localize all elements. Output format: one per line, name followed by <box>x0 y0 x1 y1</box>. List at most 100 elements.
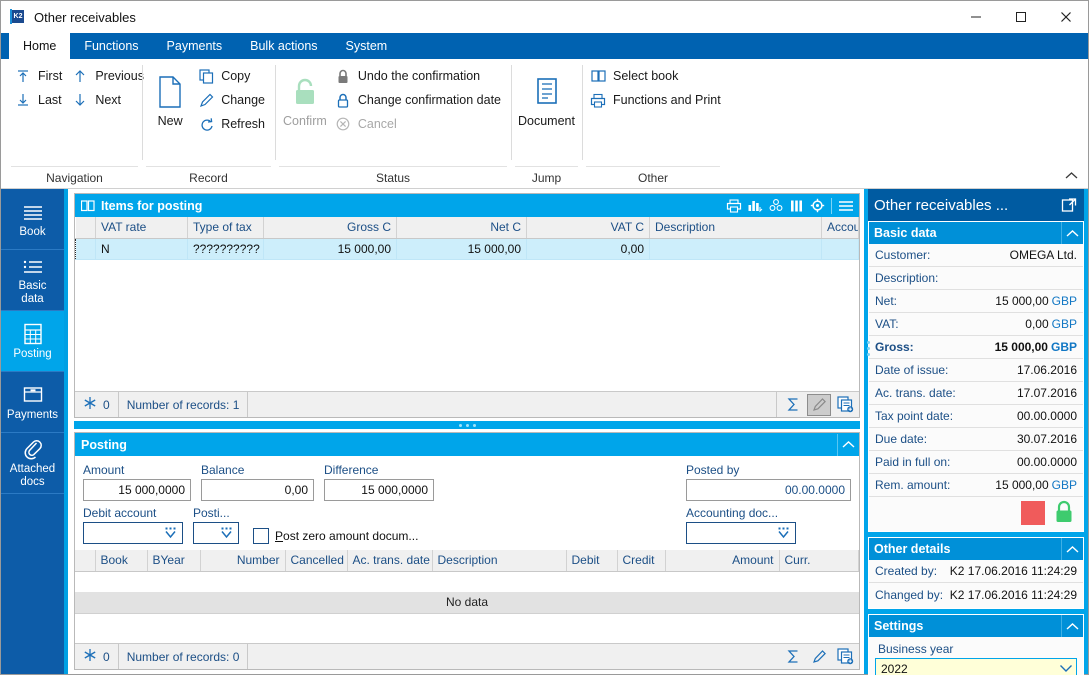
printer-icon[interactable] <box>723 196 744 216</box>
column-header-account[interactable]: Account <box>821 217 859 239</box>
difference-input[interactable] <box>324 479 434 501</box>
sigma-icon[interactable] <box>781 646 805 668</box>
sigma-icon[interactable] <box>781 394 805 416</box>
refresh-button[interactable]: Refresh <box>194 112 271 136</box>
pencil-icon[interactable] <box>807 393 831 416</box>
ribbon-group-label-status: Status <box>279 166 507 188</box>
new-record-icon[interactable] <box>833 646 857 668</box>
posting-grid-empty-message: No data <box>75 591 859 614</box>
columns-icon[interactable] <box>786 196 807 216</box>
field-label: Tax point date: <box>875 409 954 423</box>
column-header-ac-trans-date[interactable]: Ac. trans. date <box>347 550 433 572</box>
sidebar-item-attached-docs[interactable]: Attached docs <box>1 433 64 494</box>
horizontal-splitter[interactable] <box>74 418 860 432</box>
tab-home[interactable]: Home <box>9 33 71 59</box>
items-grid[interactable]: VAT rate Type of tax Gross C Net C VAT C… <box>75 217 859 391</box>
first-button[interactable]: First <box>11 64 68 88</box>
debit-account-lookup[interactable] <box>83 522 183 544</box>
chevron-down-icon[interactable] <box>1059 662 1073 675</box>
list-item: Tax point date: 00.00.0000 <box>869 405 1083 428</box>
close-icon[interactable] <box>1043 2 1088 33</box>
tab-bulk-actions[interactable]: Bulk actions <box>236 33 331 59</box>
sidebar-item-basic-data[interactable]: Basic data <box>1 250 64 311</box>
row-selector[interactable] <box>75 238 96 260</box>
cell-type-of-tax[interactable]: ?????????? <box>187 238 264 260</box>
chevron-up-icon[interactable] <box>1061 538 1083 560</box>
maximize-icon[interactable] <box>998 2 1043 33</box>
tab-functions[interactable]: Functions <box>70 33 152 59</box>
column-header-cancelled[interactable]: Cancelled <box>285 550 348 572</box>
pivot-cube-icon[interactable] <box>765 196 786 216</box>
chevron-up-icon[interactable] <box>1061 615 1083 637</box>
new-button[interactable]: New <box>146 64 194 128</box>
column-header-description[interactable]: Description <box>432 550 567 572</box>
document-button[interactable]: Document <box>516 64 578 128</box>
cell-gross-c[interactable]: 15 000,00 <box>263 238 397 260</box>
cell-account[interactable] <box>821 238 859 260</box>
new-record-icon[interactable] <box>833 394 857 416</box>
cell-vat-rate[interactable]: N <box>95 238 188 260</box>
column-header-gross-c[interactable]: Gross C <box>263 217 397 239</box>
next-button[interactable]: Next <box>68 88 150 112</box>
table-row[interactable]: N ?????????? 15 000,00 15 000,00 0,00 <box>75 238 859 260</box>
tab-system[interactable]: System <box>332 33 402 59</box>
previous-label: Previous <box>95 69 144 83</box>
cancel-button[interactable]: Cancel <box>331 112 507 136</box>
change-button[interactable]: Change <box>194 88 271 112</box>
bar-chart-icon[interactable] <box>744 196 765 216</box>
posted-by-input[interactable] <box>686 479 851 501</box>
gear-icon[interactable] <box>807 196 828 216</box>
functions-and-print-button[interactable]: Functions and Print <box>586 88 727 112</box>
column-header-net-c[interactable]: Net C <box>396 217 527 239</box>
select-book-button[interactable]: Select book <box>586 64 727 88</box>
confirm-button[interactable]: Confirm <box>279 64 331 128</box>
chevron-up-icon[interactable] <box>837 433 859 456</box>
tab-payments[interactable]: Payments <box>153 33 237 59</box>
amount-input[interactable] <box>83 479 191 501</box>
chevron-up-icon[interactable] <box>1062 166 1080 184</box>
refresh-icon <box>196 115 216 133</box>
copy-button[interactable]: Copy <box>194 64 271 88</box>
ribbon-group-label-other: Other <box>586 166 720 188</box>
column-header-vat-rate[interactable]: VAT rate <box>95 217 188 239</box>
column-header-debit[interactable]: Debit <box>566 550 618 572</box>
post-zero-amount-checkbox-row[interactable]: Post zero amount docum... <box>253 528 418 544</box>
business-year-select[interactable]: 2022 <box>875 658 1077 675</box>
sidebar-item-book[interactable]: Book <box>1 189 64 250</box>
column-header-number[interactable]: Number <box>200 550 286 572</box>
sidebar-item-posting[interactable]: Posting <box>1 311 64 372</box>
column-header-vat-c[interactable]: VAT C <box>526 217 650 239</box>
chevron-up-icon[interactable] <box>1061 222 1083 244</box>
cell-description[interactable] <box>649 238 822 260</box>
minimize-icon[interactable] <box>953 2 998 33</box>
column-header-curr[interactable]: Curr. <box>779 550 859 572</box>
last-button[interactable]: Last <box>11 88 68 112</box>
undo-confirmation-button[interactable]: Undo the confirmation <box>331 64 507 88</box>
vertical-splitter-grip[interactable] <box>867 341 872 356</box>
post-zero-amount-checkbox[interactable] <box>253 528 269 544</box>
pencil-icon[interactable] <box>807 646 831 668</box>
column-header-book[interactable]: Book <box>95 550 148 572</box>
asterisk-icon <box>83 396 97 413</box>
cell-net-c[interactable]: 15 000,00 <box>396 238 527 260</box>
posting-filter-indicator[interactable]: 0 <box>75 644 119 669</box>
hamburger-menu-icon[interactable] <box>835 196 856 216</box>
column-header-amount[interactable]: Amount <box>665 550 780 572</box>
items-filter-indicator[interactable]: 0 <box>75 392 119 417</box>
change-confirmation-date-button[interactable]: Change confirmation date <box>331 88 507 112</box>
posting-documents-table: Book BYear Number Cancelled Ac. trans. d… <box>75 550 859 572</box>
settings-card: Settings Business year 2022 <box>868 614 1084 675</box>
column-header-description[interactable]: Description <box>649 217 822 239</box>
column-header-type-of-tax[interactable]: Type of tax <box>187 217 264 239</box>
posting-documents-grid[interactable]: Book BYear Number Cancelled Ac. trans. d… <box>75 550 859 643</box>
column-header-byear[interactable]: BYear <box>147 550 201 572</box>
column-header-credit[interactable]: Credit <box>617 550 666 572</box>
balance-input[interactable] <box>201 479 314 501</box>
arrow-down-icon <box>70 91 90 109</box>
popout-icon[interactable] <box>1058 194 1080 216</box>
previous-button[interactable]: Previous <box>68 64 150 88</box>
cell-vat-c[interactable]: 0,00 <box>526 238 650 260</box>
sidebar-item-payments[interactable]: Payments <box>1 372 64 433</box>
accounting-doc-lookup[interactable] <box>686 522 796 544</box>
posting-key-lookup[interactable] <box>193 522 239 544</box>
